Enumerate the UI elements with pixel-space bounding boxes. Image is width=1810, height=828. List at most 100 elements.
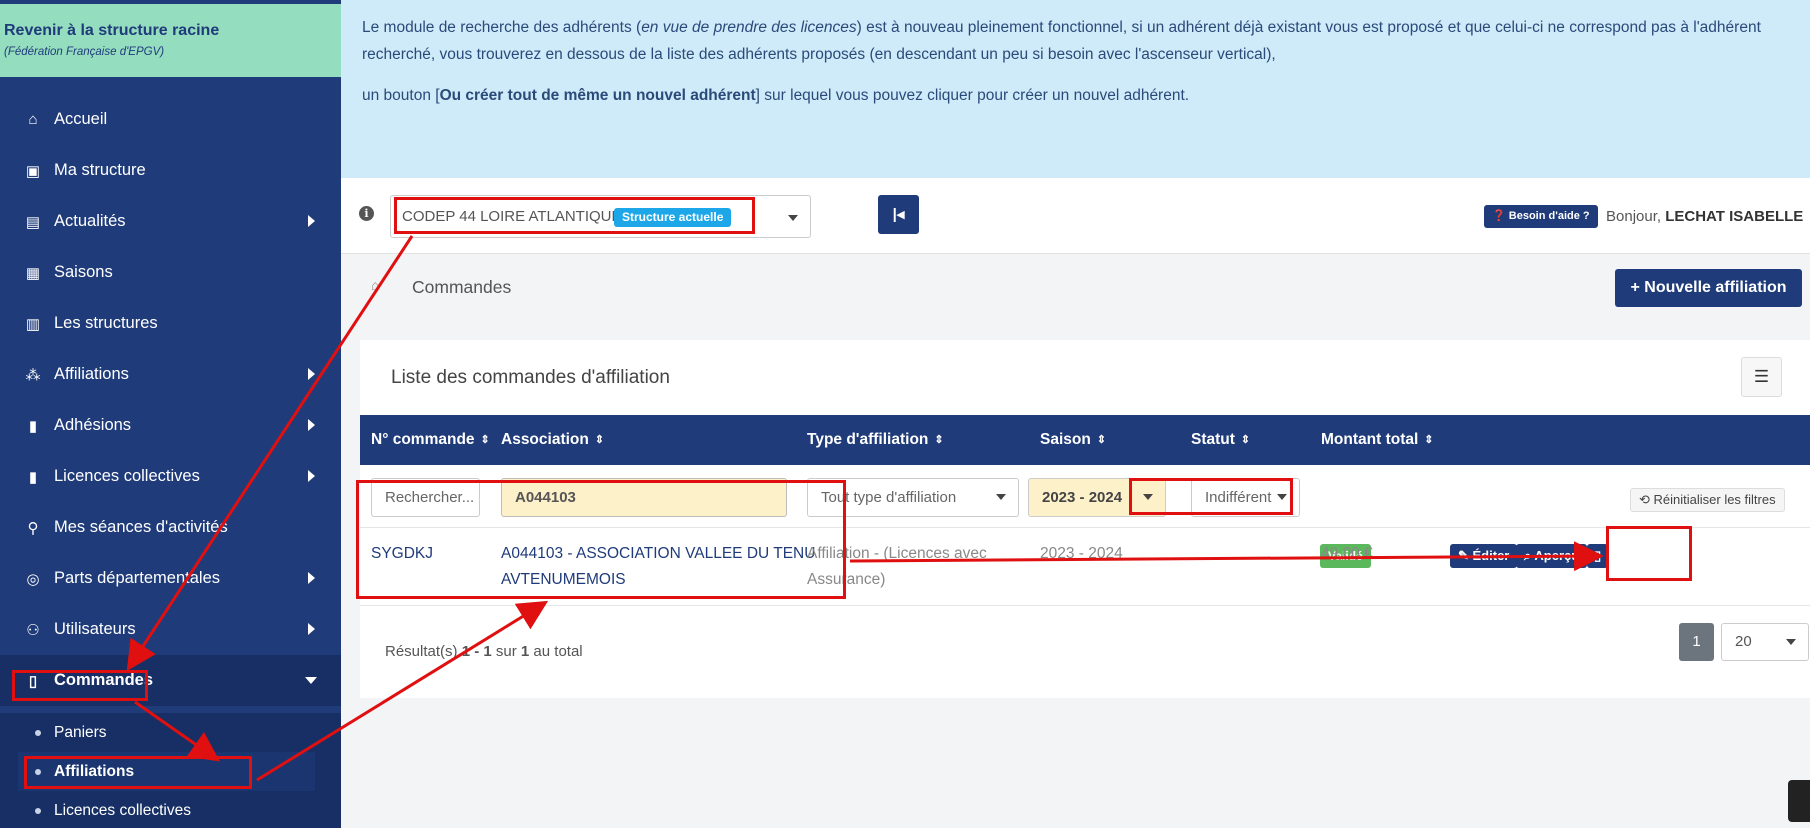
sidebar-item-label: Commandes	[54, 671, 154, 689]
notice-strong: Ou créer tout de même un nouvel adhérent	[439, 87, 756, 104]
edit-label: Éditer	[1472, 548, 1510, 563]
submenu-item-affiliations[interactable]: Affiliations	[18, 752, 315, 791]
sidebar-item-label: Saisons	[54, 263, 113, 281]
root-structure-link[interactable]: Revenir à la structure racine (Fédératio…	[0, 0, 341, 77]
sort-icon: ⇕	[480, 434, 490, 446]
calendar-icon: ▦	[25, 264, 41, 282]
result-text: au total	[533, 643, 583, 660]
floating-widget-icon[interactable]	[1788, 780, 1810, 822]
submenu-item-paniers[interactable]: Paniers	[0, 713, 341, 752]
sidebar-item-adhesions[interactable]: ▮ Adhésions	[0, 400, 341, 451]
column-settings-button[interactable]: ☰	[1741, 357, 1782, 397]
notice-paragraph-2: un bouton [Ou créer tout de même un nouv…	[362, 82, 1789, 109]
sidebar-item-structures[interactable]: ▥ Les structures	[0, 298, 341, 349]
breadcrumb: ⌂ Commandes + Nouvelle affiliation	[341, 255, 1810, 318]
help-button[interactable]: ❓ Besoin d'aide ?	[1484, 205, 1598, 228]
column-header-amount[interactable]: Montant total ⇕	[1321, 431, 1434, 449]
season-filter-select[interactable]: 2023 - 2024	[1028, 478, 1166, 517]
back-to-structure-button[interactable]: |◂	[878, 195, 919, 234]
submenu-item-licences-collectives[interactable]: Licences collectives	[0, 791, 341, 828]
building-icon: ▥	[25, 315, 41, 333]
receipt-icon: ▯	[28, 672, 38, 690]
coins-icon: ◎	[26, 570, 40, 588]
sort-icon: ⇕	[594, 434, 605, 446]
association-name[interactable]: A044103 - ASSOCIATION VALLEE DU TENU AVTE…	[501, 541, 815, 593]
reset-filters-button[interactable]: ⟲ Réinitialiser les filtres	[1630, 488, 1785, 512]
result-range: 1 - 1	[461, 643, 492, 660]
column-header-status[interactable]: Statut ⇕	[1191, 431, 1250, 449]
notice-paragraph-1: Le module de recherche des adhérents (en…	[362, 14, 1789, 68]
column-header-season[interactable]: Saison ⇕	[1040, 431, 1106, 449]
sidebar-item-seances[interactable]: ⚲ Mes séances d'activités	[0, 502, 341, 553]
pdf-button[interactable]: ▯	[1587, 544, 1609, 568]
preview-label: Aperçu	[1534, 548, 1580, 563]
sort-icon: ⇕	[934, 434, 944, 446]
type-line: Assurance)	[807, 571, 886, 588]
preview-button[interactable]: ⌕ Aperçu	[1516, 544, 1588, 568]
result-total: 1	[520, 643, 530, 660]
sidebar: Revenir à la structure racine (Fédératio…	[0, 0, 341, 828]
id-card-icon: ▮	[28, 468, 38, 486]
newspaper-icon: ▤	[25, 213, 41, 231]
order-number[interactable]: SYGDKJ	[371, 541, 433, 567]
per-page-select[interactable]: 20	[1721, 623, 1809, 661]
sliders-icon: ☰	[1753, 367, 1770, 386]
notice-emphasis: en vue de prendre des licences	[641, 19, 857, 36]
edit-button[interactable]: ✎ Éditer	[1450, 544, 1518, 568]
user-name: LECHAT ISABELLE	[1665, 208, 1804, 225]
help-label: Besoin d'aide ?	[1508, 210, 1590, 222]
refresh-icon: ⟲	[1639, 492, 1654, 507]
sidebar-item-parts-departementales[interactable]: ◎ Parts départementales	[0, 553, 341, 604]
notice-text: ] sur lequel vous pouvez cliquer pour cr…	[755, 87, 1190, 104]
breadcrumb-current: Commandes	[412, 277, 512, 297]
caret-down-icon	[996, 494, 1006, 500]
sidebar-item-saisons[interactable]: ▦ Saisons	[0, 247, 341, 298]
sidebar-item-affiliations[interactable]: ⁂ Affiliations	[0, 349, 341, 400]
sidebar-item-utilisateurs[interactable]: ⚇ Utilisateurs	[0, 604, 341, 655]
home-icon[interactable]: ⌂	[371, 277, 379, 293]
root-structure-label[interactable]: Revenir à la structure racine	[4, 22, 337, 40]
type-filter-select[interactable]: Tout type d'affiliation	[807, 478, 1019, 517]
sidebar-item-label: Adhésions	[54, 416, 132, 434]
sidebar-item-ma-structure[interactable]: ▣ Ma structure	[0, 145, 341, 196]
sidebar-item-label: Parts départementales	[54, 569, 221, 587]
chevron-down-icon	[305, 677, 317, 684]
per-page-value: 20	[1735, 633, 1752, 650]
chevron-right-icon	[308, 470, 315, 482]
column-header-association[interactable]: Association ⇕	[501, 431, 604, 449]
sort-icon: ⇕	[1096, 434, 1107, 446]
column-label: Montant total	[1321, 431, 1419, 448]
filter-row: Rechercher... A044103 Tout type d'affili…	[360, 465, 1810, 528]
chevron-right-icon	[308, 623, 315, 635]
caret-down-icon	[1277, 494, 1287, 500]
season-value: 2023 - 2024	[1040, 545, 1123, 562]
column-label: Statut	[1191, 431, 1235, 448]
sidebar-item-accueil[interactable]: ⌂ Accueil	[0, 94, 341, 145]
column-header-type[interactable]: Type d'affiliation ⇕	[807, 431, 944, 449]
root-structure-subtitle: (Fédération Française d'EPGV)	[4, 46, 165, 58]
commandes-submenu: Paniers Affiliations Licences collective…	[0, 713, 341, 828]
caret-down-icon	[1786, 639, 1796, 645]
sidebar-item-label: Les structures	[54, 314, 158, 332]
user-menu[interactable]: Bonjour, LECHAT ISABELLE	[1606, 208, 1803, 225]
pagination-page[interactable]: 1	[1679, 623, 1714, 661]
info-icon[interactable]: i	[359, 206, 374, 221]
chevron-right-icon	[308, 215, 315, 227]
arrow-left-bar-icon: |◂	[892, 206, 905, 223]
order-search-input[interactable]: Rechercher...	[371, 478, 480, 517]
status-filter-select[interactable]: Indifférent	[1191, 478, 1300, 517]
sidebar-item-commandes[interactable]: ▯ Commandes	[0, 655, 341, 706]
column-header-order[interactable]: N° commande ⇕	[371, 431, 490, 449]
sidebar-item-licences-collectives[interactable]: ▮ Licences collectives	[0, 451, 341, 502]
amount-value: 49,00 €	[1321, 545, 1373, 562]
top-bar: i CODEP 44 LOIRE ATLANTIQUE Structure ac…	[341, 178, 1810, 254]
home-icon: ⌂	[28, 111, 38, 128]
sidebar-item-actualites[interactable]: ▤ Actualités	[0, 196, 341, 247]
greeting-text: Bonjour,	[1606, 208, 1662, 225]
structure-select[interactable]: CODEP 44 LOIRE ATLANTIQUE Structure actu…	[390, 195, 811, 238]
id-badge-icon: ▣	[25, 162, 41, 180]
new-affiliation-button[interactable]: + Nouvelle affiliation	[1615, 269, 1802, 307]
result-text: Résultat(s)	[385, 643, 458, 660]
association-search-input[interactable]: A044103	[501, 478, 787, 517]
sidebar-item-label: Accueil	[54, 110, 108, 128]
